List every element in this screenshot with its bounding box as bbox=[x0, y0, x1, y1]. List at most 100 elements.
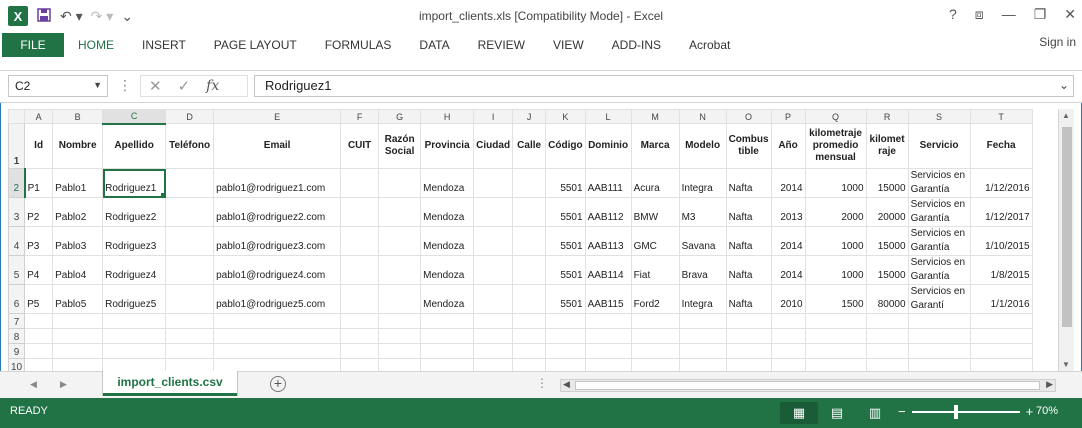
cell[interactable]: pablo1@rodriguez4.com bbox=[213, 255, 342, 285]
cell[interactable] bbox=[770, 328, 806, 344]
cell[interactable] bbox=[804, 343, 867, 359]
cell[interactable]: BMW bbox=[630, 197, 680, 227]
row-header[interactable]: 5 bbox=[8, 255, 26, 285]
expand-formula-bar-icon[interactable]: ⌄ bbox=[1059, 78, 1069, 92]
cell[interactable] bbox=[378, 284, 422, 314]
column-header-h[interactable]: H bbox=[420, 109, 475, 124]
cell[interactable] bbox=[165, 284, 215, 314]
column-header-s[interactable]: S bbox=[907, 109, 971, 124]
cell[interactable] bbox=[473, 168, 514, 198]
header-cell[interactable]: Código bbox=[545, 123, 586, 169]
cell[interactable] bbox=[969, 313, 1033, 329]
restore-icon[interactable]: ❐ bbox=[1034, 6, 1047, 23]
cell[interactable]: Mendoza bbox=[420, 168, 475, 198]
column-header-p[interactable]: P bbox=[770, 109, 806, 124]
cell[interactable] bbox=[52, 343, 104, 359]
header-cell[interactable]: Provincia bbox=[420, 123, 475, 169]
cell[interactable] bbox=[512, 313, 547, 329]
cell[interactable]: Mendoza bbox=[420, 226, 475, 256]
header-cell[interactable]: Fecha bbox=[969, 123, 1033, 169]
cell[interactable] bbox=[678, 358, 727, 371]
cell[interactable]: AAB111 bbox=[584, 168, 632, 198]
cell[interactable] bbox=[378, 168, 422, 198]
column-header-c[interactable]: C bbox=[102, 109, 167, 125]
column-header-m[interactable]: M bbox=[630, 109, 680, 124]
cell[interactable] bbox=[165, 358, 215, 371]
cell[interactable] bbox=[584, 328, 632, 344]
cell[interactable]: P1 bbox=[24, 168, 54, 198]
cell[interactable]: Pablo4 bbox=[52, 255, 104, 285]
scroll-right-icon[interactable]: ▶ bbox=[1046, 379, 1053, 390]
row-header[interactable]: 9 bbox=[8, 343, 26, 359]
cell[interactable]: Integra bbox=[678, 284, 727, 314]
cell[interactable] bbox=[545, 313, 586, 329]
column-header-d[interactable]: D bbox=[165, 109, 215, 124]
column-header-r[interactable]: R bbox=[865, 109, 909, 124]
formula-input[interactable]: Rodriguez1 ⌄ bbox=[254, 75, 1074, 97]
header-cell[interactable]: Servicio bbox=[907, 123, 971, 169]
header-cell[interactable]: Apellido bbox=[102, 123, 167, 169]
cell[interactable]: Pablo3 bbox=[52, 226, 104, 256]
cell[interactable]: 5501 bbox=[545, 255, 586, 285]
cell[interactable]: 5501 bbox=[545, 226, 586, 256]
cell[interactable] bbox=[473, 313, 514, 329]
cell[interactable]: Integra bbox=[678, 168, 727, 198]
tab-insert[interactable]: INSERT bbox=[128, 33, 200, 57]
cell[interactable] bbox=[770, 343, 806, 359]
close-icon[interactable]: ✕ bbox=[1064, 6, 1076, 23]
header-cell[interactable]: Razón Social bbox=[378, 123, 422, 169]
cell[interactable] bbox=[213, 328, 342, 344]
cell[interactable]: pablo1@rodriguez5.com bbox=[213, 284, 342, 314]
cell[interactable]: P3 bbox=[24, 226, 54, 256]
cell[interactable] bbox=[340, 255, 380, 285]
cell[interactable] bbox=[969, 328, 1033, 344]
cell[interactable] bbox=[630, 343, 680, 359]
cell[interactable] bbox=[102, 313, 167, 329]
tab-add-ins[interactable]: ADD-INS bbox=[598, 33, 675, 57]
enter-icon[interactable]: ✓ bbox=[178, 77, 191, 95]
cell[interactable] bbox=[969, 358, 1033, 371]
header-cell[interactable]: Teléfono bbox=[165, 123, 215, 169]
cell[interactable]: Nafta bbox=[725, 255, 772, 285]
help-icon[interactable]: ? bbox=[949, 6, 957, 23]
cell[interactable] bbox=[804, 313, 867, 329]
tab-home[interactable]: HOME bbox=[64, 33, 128, 57]
cell[interactable]: 2013 bbox=[770, 197, 806, 227]
cell[interactable] bbox=[340, 343, 380, 359]
cell[interactable]: Servicios en Garantía bbox=[907, 168, 971, 198]
cell[interactable] bbox=[165, 313, 215, 329]
cell[interactable] bbox=[770, 313, 806, 329]
cell[interactable] bbox=[907, 343, 971, 359]
column-header-f[interactable]: F bbox=[340, 109, 380, 124]
cell[interactable] bbox=[512, 358, 547, 371]
cell[interactable] bbox=[804, 328, 867, 344]
cell[interactable]: 1000 bbox=[804, 168, 867, 198]
cell[interactable]: Mendoza bbox=[420, 197, 475, 227]
cell[interactable]: 2014 bbox=[770, 168, 806, 198]
cell[interactable]: 15000 bbox=[865, 226, 909, 256]
header-cell[interactable]: Calle bbox=[512, 123, 547, 169]
header-cell[interactable]: Combus tible bbox=[725, 123, 772, 169]
scroll-up-icon[interactable]: ▲ bbox=[1062, 111, 1070, 120]
scroll-down-icon[interactable]: ▼ bbox=[1062, 360, 1070, 369]
column-header-q[interactable]: Q bbox=[804, 109, 867, 124]
cell[interactable]: M3 bbox=[678, 197, 727, 227]
zoom-out-icon[interactable]: − bbox=[898, 404, 906, 419]
tab-page-layout[interactable]: PAGE LAYOUT bbox=[200, 33, 311, 57]
cell[interactable]: 5501 bbox=[545, 284, 586, 314]
cell[interactable] bbox=[378, 226, 422, 256]
cell[interactable] bbox=[512, 284, 547, 314]
scroll-left-icon[interactable]: ◀ bbox=[563, 379, 570, 390]
cell[interactable]: 5501 bbox=[545, 168, 586, 198]
cell[interactable] bbox=[969, 343, 1033, 359]
cell[interactable]: Servicios en Garantía bbox=[907, 255, 971, 285]
next-sheet-icon[interactable]: ▶ bbox=[60, 379, 67, 390]
cell[interactable]: 1000 bbox=[804, 226, 867, 256]
cell[interactable] bbox=[340, 168, 380, 198]
sheet-tab-import-clients[interactable]: import_clients.csv bbox=[103, 371, 237, 396]
cell[interactable] bbox=[340, 358, 380, 371]
cell[interactable] bbox=[865, 343, 909, 359]
zoom-in-icon[interactable]: + bbox=[1026, 404, 1034, 419]
cell[interactable] bbox=[865, 358, 909, 371]
cell[interactable]: 15000 bbox=[865, 255, 909, 285]
